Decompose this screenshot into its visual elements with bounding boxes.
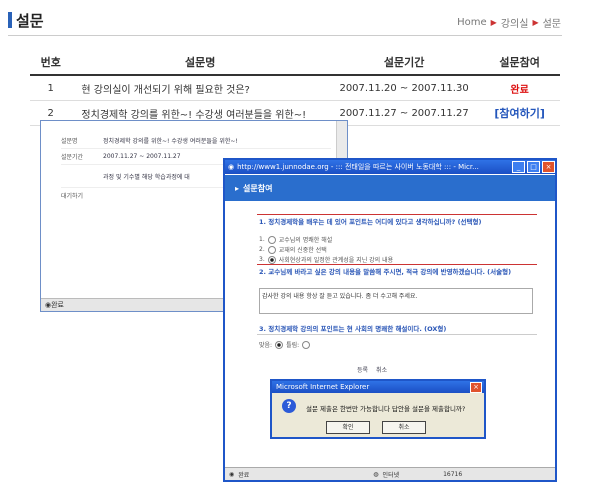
globe-icon: ◍ — [373, 470, 379, 478]
breadcrumb: Home ▶ 강의실 ▶ 설문 — [457, 15, 561, 30]
submit-button[interactable]: 등록 — [357, 365, 368, 374]
question-icon: ? — [282, 399, 296, 413]
q2-answer-textarea[interactable]: 감사한 강의 내용 항상 잘 듣고 있습니다. 좀 더 수고해 주세요. — [259, 288, 533, 314]
title-accent — [8, 12, 12, 28]
dialog-buttons: 확인 취소 — [326, 421, 426, 434]
bg-value-course: 과정 및 기수별 해당 학습과정에 대 — [103, 173, 190, 181]
row-period: 2007.11.20 ~ 2007.11.30 — [328, 75, 480, 101]
question-2: 2. 교수님께 바라고 싶은 강의 내용을 말씀해 주시면, 적극 강의에 반영… — [259, 268, 512, 276]
row-period: 2007.11.27 ~ 2007.11.27 — [328, 100, 480, 126]
status-badge: 완료 — [479, 75, 560, 101]
survey-table: 번호 설문명 설문기간 설문참여 1 현 강의실이 개선되기 위해 필요한 것은… — [30, 50, 560, 126]
participate-link[interactable]: [참여하기] — [479, 100, 560, 126]
popup-header: ▸ 설문참여 — [225, 175, 555, 201]
row-number: 1 — [30, 75, 72, 101]
ok-button[interactable]: 확인 — [326, 421, 370, 434]
popup-status-num: 16716 — [443, 470, 463, 478]
q1-option-2[interactable]: 2. 교재의 신중한 선택 — [259, 245, 327, 254]
breadcrumb-home[interactable]: Home — [457, 17, 487, 28]
q1-option-3[interactable]: 3. 사회현상과의 일정한 관계성을 지닌 강의 내용 — [259, 255, 393, 264]
header-divider — [8, 35, 562, 36]
maximize-button[interactable]: □ — [527, 161, 540, 173]
col-period: 설문기간 — [328, 50, 480, 76]
radio-button[interactable] — [267, 245, 276, 254]
breadcrumb-survey: 설문 — [542, 19, 561, 30]
q3-no-label: 틀림: — [286, 342, 300, 349]
q3-yes-label: 맞음: — [259, 342, 273, 349]
page-title: 설문 — [16, 12, 44, 30]
confirm-dialog: Microsoft Internet Explorer × ? 설문 제출은 한… — [270, 379, 486, 439]
popup-header-title: 설문참여 — [243, 183, 273, 193]
breadcrumb-classroom[interactable]: 강의실 — [501, 15, 529, 30]
radio-button-selected[interactable] — [267, 255, 276, 264]
popup-status-text: 완료 — [238, 471, 250, 479]
bg-status-text: 완료 — [51, 301, 64, 309]
radio-button[interactable] — [302, 340, 311, 349]
col-participate: 설문참여 — [479, 50, 560, 76]
popup-title: http://www1.junnodae.org - ::: 전태일을 따르는 … — [237, 163, 479, 171]
minimize-button[interactable]: _ — [512, 161, 525, 173]
dialog-title: Microsoft Internet Explorer — [276, 383, 370, 391]
question-divider — [257, 214, 537, 215]
dialog-titlebar[interactable]: Microsoft Internet Explorer × — [272, 381, 484, 393]
ie-icon: ◉ — [229, 470, 235, 478]
popup-status-zone: 인터넷 — [382, 471, 400, 479]
row-subject[interactable]: 현 강의실이 개선되기 위해 필요한 것은? — [71, 75, 329, 101]
bg-label-period: 설문기간 — [61, 154, 84, 161]
dialog-cancel-button[interactable]: 취소 — [382, 421, 426, 434]
popup-titlebar[interactable]: ◉ http://www1.junnodae.org - ::: 전태일을 따르… — [225, 160, 555, 174]
bg-label-subject: 설문명 — [61, 138, 78, 145]
cancel-button[interactable]: 취소 — [376, 365, 387, 374]
radio-button-selected[interactable] — [275, 340, 284, 349]
question-3: 3. 정치경제학 강의의 포인트는 현 사회의 명쾌한 해설이다. (OX형) — [259, 325, 447, 333]
question-1: 1. 정치경제학을 배우는 데 있어 포인트는 어디에 있다고 생각하십니까? … — [259, 218, 482, 226]
question-divider — [257, 264, 537, 265]
close-button[interactable]: × — [542, 161, 555, 173]
close-icon[interactable]: × — [470, 382, 482, 393]
table-row: 1 현 강의실이 개선되기 위해 필요한 것은? 2007.11.20 ~ 20… — [30, 75, 560, 101]
col-subject: 설문명 — [71, 50, 329, 76]
bg-wait-button[interactable]: 대기하기 — [61, 191, 103, 200]
question-divider — [257, 334, 537, 335]
q3-options: 맞음: 틀림: — [259, 340, 311, 349]
bullet-icon: ▸ — [235, 183, 240, 193]
chevron-right-icon: ▶ — [490, 18, 497, 27]
ie-icon: ◉ — [228, 163, 235, 171]
chevron-right-icon: ▶ — [532, 18, 539, 27]
bg-value-period: 2007.11.27 ~ 2007.11.27 — [103, 153, 181, 160]
dialog-message: 설문 제출은 한번만 가능합니다 답안을 설문을 제출합니까? — [306, 405, 466, 413]
popup-actions: 등록 취소 — [357, 365, 387, 374]
q1-option-1[interactable]: 1. 교수님의 명쾌한 해설 — [259, 235, 332, 244]
col-number: 번호 — [30, 50, 72, 76]
radio-button[interactable] — [267, 235, 276, 244]
popup-status-bar: ◉ 완료 ◍ 인터넷 16716 — [225, 467, 555, 480]
bg-value-subject: 정치경제학 강의를 위한~! 수강생 여러분들을 위한~! — [103, 138, 238, 145]
